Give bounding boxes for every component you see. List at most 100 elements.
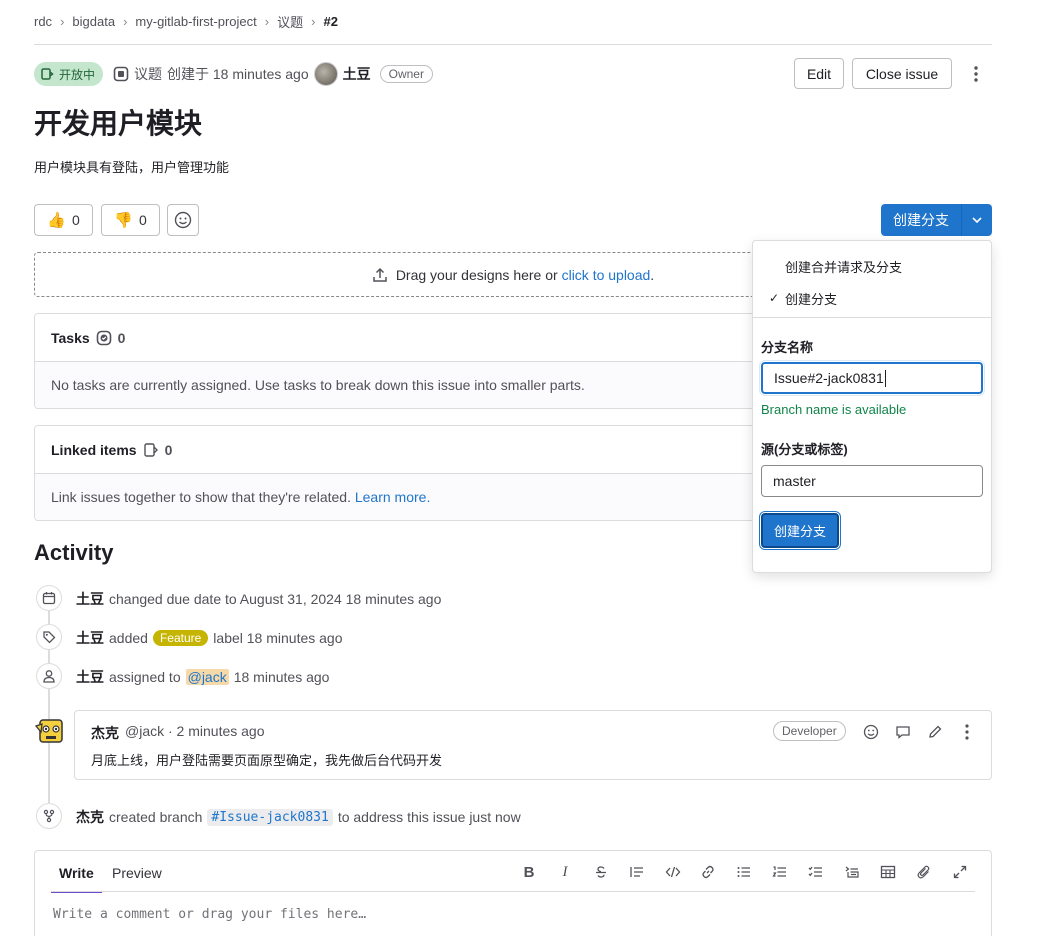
reply-icon[interactable] bbox=[891, 721, 915, 743]
branch-icon bbox=[36, 803, 62, 829]
commenter-avatar[interactable] bbox=[34, 716, 66, 746]
event-author[interactable]: 土豆 bbox=[76, 589, 104, 609]
label-icon bbox=[36, 624, 62, 650]
activity-title: Activity bbox=[34, 540, 114, 565]
owner-badge: Owner bbox=[379, 65, 433, 83]
option-create-branch[interactable]: ✓ 创建分支 bbox=[753, 283, 991, 313]
comment-more-icon[interactable] bbox=[955, 721, 979, 743]
bullet-list-icon[interactable] bbox=[732, 861, 756, 883]
option-label: 创建合并请求及分支 bbox=[785, 259, 903, 275]
comment-handle-time[interactable]: @jack · 2 minutes ago bbox=[125, 723, 265, 743]
smiley-icon bbox=[174, 211, 192, 229]
author-name[interactable]: 土豆 bbox=[343, 64, 371, 84]
event-text: created branch bbox=[109, 809, 203, 825]
feature-label-badge[interactable]: Feature bbox=[152, 630, 209, 646]
option-create-mr-and-branch[interactable]: 创建合并请求及分支 bbox=[753, 251, 991, 281]
thumbs-down-button[interactable]: 👎 0 bbox=[101, 204, 160, 236]
blockquote-icon[interactable] bbox=[625, 861, 649, 883]
strikethrough-icon[interactable] bbox=[589, 861, 613, 883]
breadcrumb: rdc › bigdata › my-gitlab-first-project … bbox=[34, 12, 338, 30]
more-actions-icon[interactable] bbox=[964, 60, 988, 88]
comment-input[interactable]: Write a comment or drag your files here… bbox=[53, 907, 366, 922]
branch-name-input[interactable]: Issue#2-jack0831 bbox=[761, 362, 983, 394]
close-issue-button[interactable]: Close issue bbox=[852, 58, 952, 89]
author-avatar[interactable] bbox=[313, 62, 338, 86]
edit-pencil-icon[interactable] bbox=[923, 721, 947, 743]
task-done-icon bbox=[96, 330, 112, 346]
comment-card: 杰克 @jack · 2 minutes ago Developer 月底上线，… bbox=[74, 710, 992, 780]
upload-link[interactable]: click to upload bbox=[562, 267, 651, 283]
branch-ref-link[interactable]: #Issue-jack0831 bbox=[207, 808, 333, 826]
event-text: changed due date to August 31, 2024 18 m… bbox=[109, 591, 442, 607]
check-icon: ✓ bbox=[769, 291, 780, 305]
table-icon[interactable] bbox=[876, 861, 900, 883]
event-author[interactable]: 土豆 bbox=[76, 667, 104, 687]
event-author[interactable]: 杰克 bbox=[76, 807, 104, 827]
breadcrumb-bigdata[interactable]: bigdata bbox=[72, 14, 115, 29]
breadcrumb-separator: › bbox=[311, 13, 316, 29]
event-text: label 18 minutes ago bbox=[213, 630, 343, 646]
attach-file-icon[interactable] bbox=[912, 861, 936, 883]
create-branch-dropdown-toggle[interactable] bbox=[961, 204, 992, 236]
branch-name-value: Issue#2-jack0831 bbox=[774, 370, 884, 386]
code-icon[interactable] bbox=[661, 861, 685, 883]
thumbs-down-icon: 👎 bbox=[114, 212, 133, 229]
comment-header: 杰克 @jack · 2 minutes ago bbox=[91, 723, 265, 743]
collapsible-section-icon[interactable] bbox=[840, 861, 864, 883]
status-text: 开放中 bbox=[59, 67, 96, 82]
issue-description: 用户模块具有登陆，用户管理功能 bbox=[34, 160, 230, 175]
event-text: to address this issue just now bbox=[337, 809, 521, 825]
breadcrumb-issues[interactable]: 议题 bbox=[277, 12, 303, 31]
user-icon bbox=[36, 663, 62, 689]
upload-icon bbox=[372, 267, 388, 283]
create-branch-button[interactable]: 创建分支 bbox=[881, 204, 961, 236]
linked-items-title: Linked items bbox=[51, 441, 137, 458]
thumbs-down-count: 0 bbox=[138, 212, 147, 228]
thumbs-up-count: 0 bbox=[71, 212, 80, 228]
chevron-down-icon bbox=[972, 217, 982, 223]
thumbs-up-button[interactable]: 👍 0 bbox=[34, 204, 93, 236]
created-text: 创建于 18 minutes ago bbox=[167, 66, 309, 82]
branch-name-label: 分支名称 bbox=[761, 340, 814, 355]
upload-text: Drag your designs here or bbox=[395, 266, 558, 283]
status-badge: 开放中 bbox=[34, 62, 104, 86]
event-text: added bbox=[109, 630, 148, 646]
issue-type-label: 议题 bbox=[134, 66, 162, 82]
page-title: 开发用户模块 bbox=[34, 108, 203, 139]
issue-type-icon bbox=[113, 66, 129, 82]
source-input[interactable]: master bbox=[761, 465, 983, 497]
tab-write[interactable]: Write bbox=[51, 863, 102, 893]
bold-icon[interactable]: B bbox=[517, 861, 541, 883]
task-list-icon[interactable] bbox=[804, 861, 828, 883]
breadcrumb-separator: › bbox=[264, 13, 270, 29]
activity-event: 土豆 added Feature label 18 minutes ago bbox=[76, 628, 343, 648]
issue-meta: 议题 创建于 18 minutes ago 土豆 Owner bbox=[113, 62, 433, 86]
edit-button[interactable]: Edit bbox=[794, 58, 844, 89]
create-branch-submit-button[interactable]: 创建分支 bbox=[761, 513, 839, 548]
italic-icon[interactable]: I bbox=[553, 861, 577, 883]
option-label: 创建分支 bbox=[785, 291, 838, 307]
tasks-count: 0 bbox=[117, 329, 126, 346]
add-reaction-button[interactable] bbox=[167, 204, 199, 236]
activity-event: 杰克 created branch #Issue-jack0831 to add… bbox=[76, 807, 521, 827]
activity-event: 土豆 changed due date to August 31, 2024 1… bbox=[76, 589, 441, 609]
fullscreen-icon[interactable] bbox=[948, 861, 972, 883]
linked-issue-icon bbox=[143, 442, 159, 458]
link-icon[interactable] bbox=[696, 861, 720, 883]
user-mention[interactable]: @jack bbox=[185, 669, 229, 685]
add-reaction-icon[interactable] bbox=[859, 721, 883, 743]
breadcrumb-project[interactable]: my-gitlab-first-project bbox=[135, 14, 256, 29]
source-value: master bbox=[773, 473, 816, 489]
comment-body: 月底上线，用户登陆需要页面原型确定，我先做后台代码开发 bbox=[91, 753, 443, 768]
learn-more-link[interactable]: Learn more. bbox=[355, 489, 430, 505]
header-divider bbox=[34, 44, 992, 45]
comment-author-name[interactable]: 杰克 bbox=[91, 723, 119, 743]
breadcrumb-rdc[interactable]: rdc bbox=[34, 14, 52, 29]
event-author[interactable]: 土豆 bbox=[76, 628, 104, 648]
breadcrumb-current[interactable]: #2 bbox=[323, 14, 337, 29]
linked-items-empty-text: Link issues together to show that they'r… bbox=[51, 489, 351, 505]
source-label: 源(分支或标签) bbox=[761, 442, 848, 457]
activity-event: 土豆 assigned to @jack 18 minutes ago bbox=[76, 667, 329, 687]
tab-preview[interactable]: Preview bbox=[112, 863, 162, 881]
numbered-list-icon[interactable] bbox=[768, 861, 792, 883]
